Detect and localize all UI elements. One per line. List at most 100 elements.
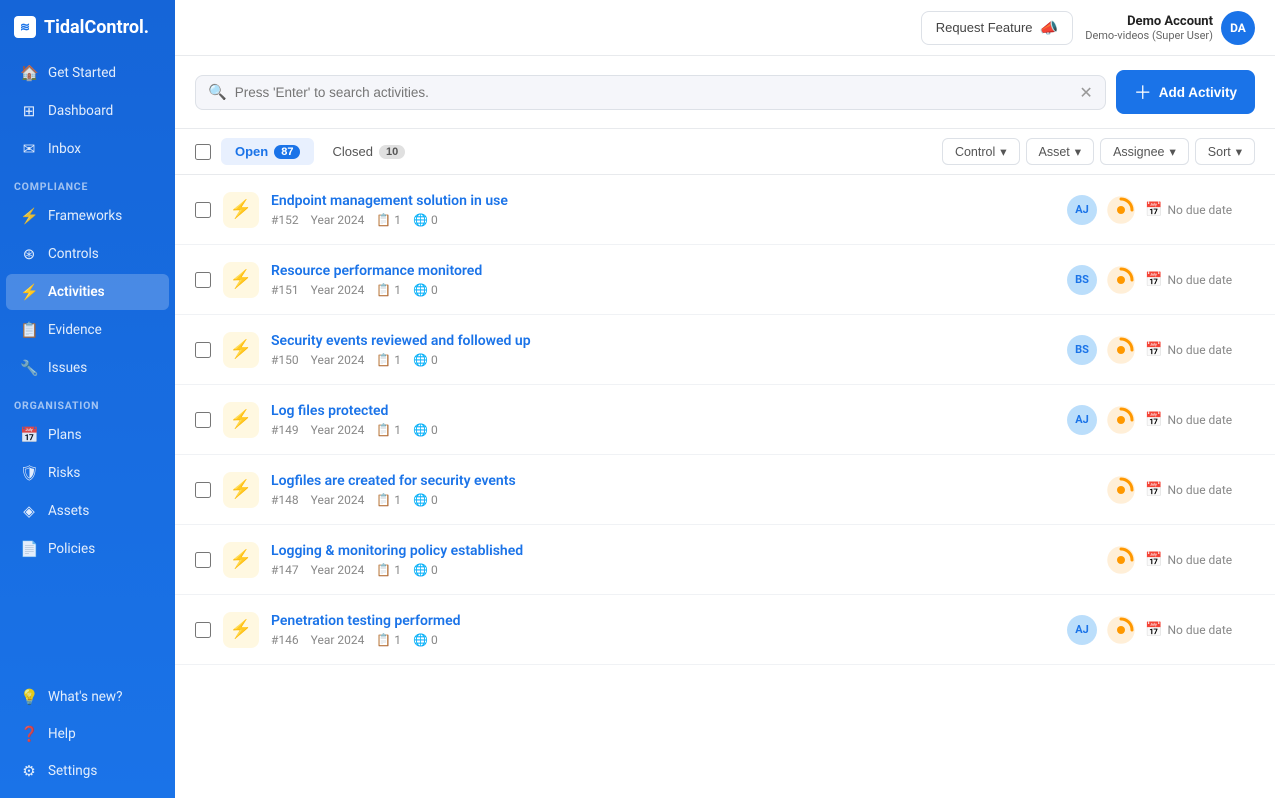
activity-checkbox-4[interactable] <box>195 482 211 498</box>
request-feature-button[interactable]: Request Feature 📣 <box>921 11 1074 45</box>
due-date: 📅 No due date <box>1145 552 1255 568</box>
calendar-icon: 📅 <box>1145 412 1162 428</box>
activity-row[interactable]: ⚡ Security events reviewed and followed … <box>175 315 1275 385</box>
links-icon: 🌐 <box>413 213 428 227</box>
activity-period: Year 2024 <box>311 633 365 647</box>
control-filter-label: Control <box>955 145 995 159</box>
sidebar-item-label: What's new? <box>48 689 122 705</box>
topbar: Request Feature 📣 Demo Account Demo-vide… <box>175 0 1275 56</box>
activity-title[interactable]: Security events reviewed and followed up <box>271 333 1055 349</box>
sidebar-item-risks[interactable]: 🛡 Risks <box>6 455 169 491</box>
app-logo[interactable]: ≋ TidalControl. <box>0 0 175 54</box>
activity-right: BS 📅 No due date <box>1067 335 1255 365</box>
sort-button[interactable]: Sort ▾ <box>1195 138 1255 165</box>
sidebar-item-issues[interactable]: 🔧 Issues <box>6 350 169 386</box>
sidebar-item-label: Help <box>48 726 76 742</box>
assignee-filter-button[interactable]: Assignee ▾ <box>1100 138 1189 165</box>
due-date: 📅 No due date <box>1145 622 1255 638</box>
logo-icon: ≋ <box>14 16 36 38</box>
activity-checkbox-0[interactable] <box>195 202 211 218</box>
activity-icon-wrap: ⚡ <box>223 402 259 438</box>
activity-checkbox-5[interactable] <box>195 552 211 568</box>
select-all-checkbox[interactable] <box>195 144 211 160</box>
sidebar-item-frameworks[interactable]: ⚡ Frameworks <box>6 198 169 234</box>
sidebar-item-label: Activities <box>48 284 105 300</box>
activity-title[interactable]: Log files protected <box>271 403 1055 419</box>
search-bar-row: 🔍 ✕ ＋ Add Activity <box>175 56 1275 129</box>
due-date-label: No due date <box>1167 413 1232 427</box>
status-icon <box>1107 476 1135 504</box>
sidebar-item-get-started[interactable]: 🏠 Get Started <box>6 55 169 91</box>
sidebar-item-plans[interactable]: 📅 Plans <box>6 417 169 453</box>
activity-icon-wrap: ⚡ <box>223 332 259 368</box>
sidebar-item-whats-new[interactable]: 💡 What's new? <box>6 679 169 715</box>
compliance-section-label: Compliance <box>0 168 175 197</box>
activity-meta: #149 Year 2024 📋 1 🌐 0 <box>271 423 1055 437</box>
avatar[interactable]: DA <box>1221 11 1255 45</box>
clear-icon[interactable]: ✕ <box>1079 83 1092 102</box>
activity-row[interactable]: ⚡ Penetration testing performed #146 Yea… <box>175 595 1275 665</box>
sidebar-item-controls[interactable]: ⊛ Controls <box>6 236 169 272</box>
activity-checkbox-3[interactable] <box>195 412 211 428</box>
assignee-avatar: AJ <box>1067 615 1097 645</box>
inbox-icon: ✉ <box>20 140 38 158</box>
activity-id: #152 <box>271 213 299 227</box>
sidebar-item-dashboard[interactable]: ⊞ Dashboard <box>6 93 169 129</box>
assets-icon: ◈ <box>20 502 38 520</box>
status-icon <box>1107 406 1135 434</box>
activity-checkbox-1[interactable] <box>195 272 211 288</box>
sidebar-item-settings[interactable]: ⚙ Settings <box>6 753 169 789</box>
activity-links: 🌐 0 <box>413 423 438 437</box>
due-date-label: No due date <box>1167 623 1232 637</box>
assignee-filter-label: Assignee <box>1113 145 1164 159</box>
activity-title[interactable]: Resource performance monitored <box>271 263 1055 279</box>
activity-icon-wrap: ⚡ <box>223 192 259 228</box>
activity-title[interactable]: Endpoint management solution in use <box>271 193 1055 209</box>
activity-tasks: 📋 1 <box>376 353 401 367</box>
assignee-avatar: AJ <box>1067 405 1097 435</box>
activity-right: 📅 No due date <box>1107 546 1255 574</box>
sidebar-item-inbox[interactable]: ✉ Inbox <box>6 131 169 167</box>
megaphone-icon: 📣 <box>1040 19 1059 37</box>
activity-checkbox-6[interactable] <box>195 622 211 638</box>
add-activity-button[interactable]: ＋ Add Activity <box>1116 70 1255 114</box>
activity-checkbox-2[interactable] <box>195 342 211 358</box>
asset-filter-button[interactable]: Asset ▾ <box>1026 138 1095 165</box>
activity-title[interactable]: Logging & monitoring policy established <box>271 543 1095 559</box>
activity-title[interactable]: Penetration testing performed <box>271 613 1055 629</box>
search-input[interactable] <box>235 85 1072 100</box>
sidebar-item-policies[interactable]: 📄 Policies <box>6 531 169 567</box>
tab-closed[interactable]: Closed 10 <box>318 138 419 165</box>
sidebar-item-label: Assets <box>48 503 89 519</box>
sidebar: ≋ TidalControl. 🏠 Get Started ⊞ Dashboar… <box>0 0 175 798</box>
activity-row[interactable]: ⚡ Endpoint management solution in use #1… <box>175 175 1275 245</box>
activity-main: Security events reviewed and followed up… <box>271 333 1055 367</box>
chevron-down-icon: ▾ <box>1236 144 1242 159</box>
sidebar-item-help[interactable]: ❓ Help <box>6 716 169 752</box>
control-filter-button[interactable]: Control ▾ <box>942 138 1020 165</box>
tab-open[interactable]: Open 87 <box>221 138 314 165</box>
sidebar-item-evidence[interactable]: 📋 Evidence <box>6 312 169 348</box>
evidence-icon: 📋 <box>20 321 38 339</box>
due-date: 📅 No due date <box>1145 202 1255 218</box>
activity-row[interactable]: ⚡ Logfiles are created for security even… <box>175 455 1275 525</box>
activity-id: #146 <box>271 633 299 647</box>
sidebar-item-label: Plans <box>48 427 82 443</box>
tasks-icon: 📋 <box>376 633 391 647</box>
activity-row[interactable]: ⚡ Logging & monitoring policy establishe… <box>175 525 1275 595</box>
due-date: 📅 No due date <box>1145 272 1255 288</box>
sidebar-item-label: Settings <box>48 763 97 779</box>
user-name: Demo Account <box>1085 14 1213 29</box>
due-date-label: No due date <box>1167 483 1232 497</box>
activity-main: Endpoint management solution in use #152… <box>271 193 1055 227</box>
activity-icon-wrap: ⚡ <box>223 472 259 508</box>
organisation-section-label: Organisation <box>0 387 175 416</box>
search-icon: 🔍 <box>208 83 227 101</box>
activity-tasks: 📋 1 <box>376 423 401 437</box>
sidebar-item-assets[interactable]: ◈ Assets <box>6 493 169 529</box>
activity-row[interactable]: ⚡ Resource performance monitored #151 Ye… <box>175 245 1275 315</box>
status-icon <box>1107 616 1135 644</box>
activity-title[interactable]: Logfiles are created for security events <box>271 473 1095 489</box>
activity-row[interactable]: ⚡ Log files protected #149 Year 2024 📋 1… <box>175 385 1275 455</box>
sidebar-item-activities[interactable]: ⚡ Activities <box>6 274 169 310</box>
